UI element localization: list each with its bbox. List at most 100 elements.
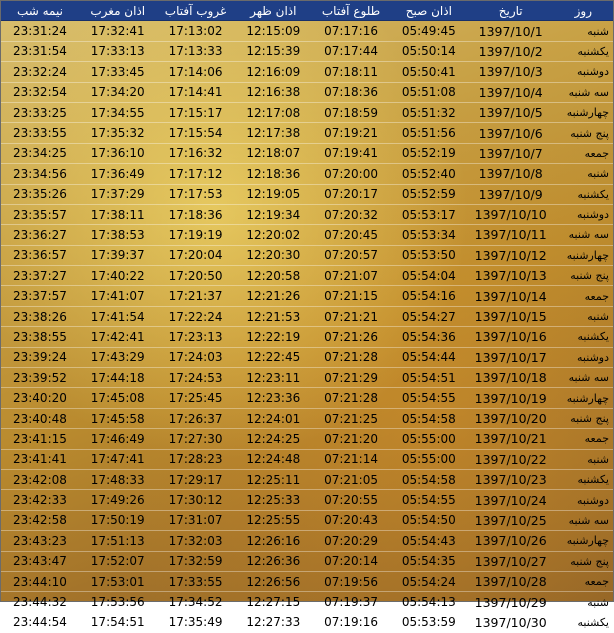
cell-fajr: 05:54:36 bbox=[389, 326, 468, 348]
cell-date: 1397/10/10 bbox=[467, 204, 554, 226]
cell-dhuhr: 12:24:48 bbox=[234, 449, 313, 470]
cell-midnight: 23:37:57 bbox=[1, 285, 79, 307]
cell-fajr: 05:50:14 bbox=[389, 41, 468, 63]
cell-fajr: 05:54:43 bbox=[389, 530, 468, 552]
cell-sunrise: 07:21:29 bbox=[312, 367, 390, 389]
cell-sunrise: 07:20:57 bbox=[312, 245, 390, 267]
cell-dhuhr: 12:20:02 bbox=[234, 224, 313, 246]
cell-date: 1397/10/15 bbox=[467, 306, 554, 328]
cell-day: چهارشنبه bbox=[553, 387, 613, 409]
table-row: پنج شنبه 1397/10/6 05:51:56 07:19:21 12:17:3… bbox=[1, 122, 613, 144]
cell-date: 1397/10/19 bbox=[467, 387, 554, 409]
cell-sunrise: 07:21:05 bbox=[312, 469, 390, 491]
cell-maghrib: 17:45:58 bbox=[78, 408, 157, 430]
cell-fajr: 05:54:27 bbox=[389, 306, 468, 328]
cell-day: یکشنبه bbox=[553, 326, 613, 348]
cell-date: 1397/10/20 bbox=[467, 408, 554, 430]
cell-dhuhr: 12:26:16 bbox=[234, 530, 313, 552]
cell-day: یکشنبه bbox=[553, 41, 613, 63]
header-sunset: غروب آفتاب bbox=[156, 1, 235, 22]
cell-midnight: 23:33:55 bbox=[1, 122, 79, 144]
cell-midnight: 23:42:58 bbox=[1, 510, 79, 532]
cell-fajr: 05:54:13 bbox=[389, 591, 468, 613]
cell-dhuhr: 12:15:09 bbox=[234, 20, 313, 42]
cell-dhuhr: 12:21:53 bbox=[234, 306, 313, 328]
cell-sunrise: 07:20:14 bbox=[312, 551, 390, 572]
cell-day: چهارشنبه bbox=[553, 530, 613, 552]
table-row: چهارشنبه 1397/10/12 05:53:50 07:20:57 12:20:… bbox=[1, 245, 613, 267]
cell-sunrise: 07:21:25 bbox=[312, 408, 390, 430]
cell-maghrib: 17:33:13 bbox=[78, 41, 157, 63]
cell-maghrib: 17:32:41 bbox=[78, 20, 157, 42]
header-dhuhr: اذان ظهر bbox=[234, 1, 313, 22]
cell-midnight: 23:44:54 bbox=[1, 612, 79, 633]
cell-sunset: 17:20:04 bbox=[156, 245, 235, 267]
table-row: سه شنبه 1397/10/18 05:54:51 07:21:29 12:23:1… bbox=[1, 367, 613, 389]
cell-dhuhr: 12:19:05 bbox=[234, 184, 313, 205]
cell-sunrise: 07:21:28 bbox=[312, 347, 390, 369]
cell-maghrib: 17:34:20 bbox=[78, 82, 157, 103]
table-row: یکشنبه 1397/10/9 05:52:59 07:20:17 12:19:05 1… bbox=[1, 184, 613, 205]
cell-day: پنج شنبه bbox=[553, 265, 613, 287]
cell-date: 1397/10/4 bbox=[467, 82, 554, 103]
table-row: جمعه 1397/10/21 05:55:00 07:21:20 12:24:25 17… bbox=[1, 428, 613, 450]
cell-midnight: 23:44:10 bbox=[1, 571, 79, 593]
cell-sunset: 17:24:03 bbox=[156, 347, 235, 369]
cell-dhuhr: 12:18:36 bbox=[234, 163, 313, 185]
cell-sunrise: 07:20:55 bbox=[312, 489, 390, 511]
cell-sunset: 17:19:19 bbox=[156, 224, 235, 246]
cell-fajr: 05:54:50 bbox=[389, 510, 468, 532]
cell-dhuhr: 12:18:07 bbox=[234, 143, 313, 165]
cell-date: 1397/10/6 bbox=[467, 122, 554, 144]
cell-fajr: 05:54:35 bbox=[389, 551, 468, 572]
table-row: چهارشنبه 1397/10/5 05:51:32 07:18:59 12:17:0… bbox=[1, 102, 613, 124]
cell-fajr: 05:54:24 bbox=[389, 571, 468, 593]
cell-sunrise: 07:19:41 bbox=[312, 143, 390, 165]
cell-midnight: 23:36:27 bbox=[1, 224, 79, 246]
cell-maghrib: 17:35:32 bbox=[78, 122, 157, 144]
cell-fajr: 05:54:58 bbox=[389, 469, 468, 491]
cell-sunrise: 07:20:00 bbox=[312, 163, 390, 185]
cell-fajr: 05:52:40 bbox=[389, 163, 468, 185]
cell-midnight: 23:33:25 bbox=[1, 102, 79, 124]
cell-maghrib: 17:41:54 bbox=[78, 306, 157, 328]
cell-day: پنج شنبه bbox=[553, 122, 613, 144]
cell-maghrib: 17:50:19 bbox=[78, 510, 157, 532]
cell-maghrib: 17:46:49 bbox=[78, 428, 157, 450]
cell-dhuhr: 12:22:19 bbox=[234, 326, 313, 348]
cell-day: پنج شنبه bbox=[553, 551, 613, 572]
cell-midnight: 23:43:47 bbox=[1, 551, 79, 572]
table-row: دوشنبه 1397/10/3 05:50:41 07:18:11 12:16:09 1… bbox=[1, 61, 613, 83]
cell-sunset: 17:20:50 bbox=[156, 265, 235, 287]
cell-dhuhr: 12:26:36 bbox=[234, 551, 313, 572]
cell-midnight: 23:35:26 bbox=[1, 184, 79, 205]
cell-date: 1397/10/2 bbox=[467, 41, 554, 63]
cell-date: 1397/10/28 bbox=[467, 571, 554, 593]
cell-sunset: 17:14:41 bbox=[156, 82, 235, 103]
cell-dhuhr: 12:27:33 bbox=[234, 612, 313, 633]
cell-midnight: 23:40:48 bbox=[1, 408, 79, 430]
cell-sunrise: 07:20:32 bbox=[312, 204, 390, 226]
cell-dhuhr: 12:17:08 bbox=[234, 102, 313, 124]
cell-sunset: 17:21:37 bbox=[156, 285, 235, 307]
cell-fajr: 05:52:59 bbox=[389, 184, 468, 205]
cell-sunset: 17:26:37 bbox=[156, 408, 235, 430]
cell-sunset: 17:16:32 bbox=[156, 143, 235, 165]
cell-sunrise: 07:19:56 bbox=[312, 571, 390, 593]
cell-sunrise: 07:20:43 bbox=[312, 510, 390, 532]
table-row: سه شنبه 1397/10/11 05:53:34 07:20:45 12:20:0… bbox=[1, 224, 613, 246]
cell-day: شنبه bbox=[553, 163, 613, 185]
cell-sunset: 17:23:13 bbox=[156, 326, 235, 348]
cell-sunrise: 07:21:21 bbox=[312, 306, 390, 328]
cell-date: 1397/10/23 bbox=[467, 469, 554, 491]
cell-date: 1397/10/29 bbox=[467, 591, 554, 613]
header-maghrib: اذان مغرب bbox=[78, 1, 157, 22]
cell-midnight: 23:32:24 bbox=[1, 61, 79, 83]
cell-dhuhr: 12:24:01 bbox=[234, 408, 313, 430]
cell-dhuhr: 12:16:38 bbox=[234, 82, 313, 103]
table-row: دوشنبه 1397/10/10 05:53:17 07:20:32 12:19:34… bbox=[1, 204, 613, 226]
cell-date: 1397/10/5 bbox=[467, 102, 554, 124]
cell-date: 1397/10/14 bbox=[467, 285, 554, 307]
cell-midnight: 23:37:27 bbox=[1, 265, 79, 287]
table-row: شنبه 1397/10/1 05:49:45 07:17:16 12:15:09 17:… bbox=[1, 20, 613, 42]
